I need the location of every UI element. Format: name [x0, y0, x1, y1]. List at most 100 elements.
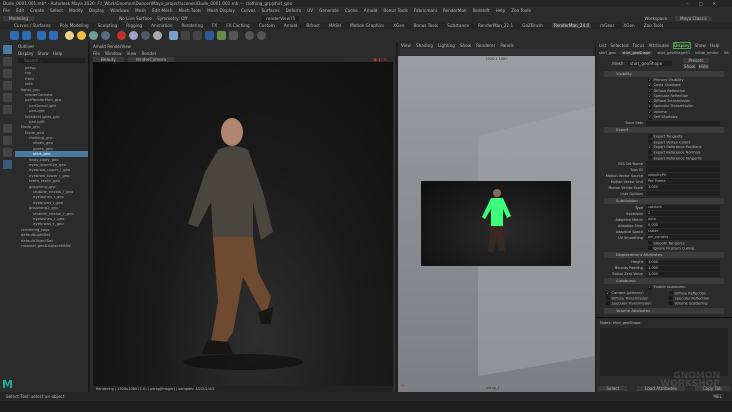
attr-menu-item[interactable]: Display	[673, 42, 691, 49]
attr-tab[interactable]: Ilm	[724, 51, 730, 55]
render-view-menu-item[interactable]: File	[93, 51, 100, 56]
checkbox-icon[interactable]	[648, 150, 652, 154]
menu-item[interactable]: Display	[89, 8, 104, 13]
code-icon[interactable]	[181, 31, 190, 40]
subdivision-field-value[interactable]: auto	[646, 217, 720, 223]
checkbox-icon[interactable]	[669, 290, 673, 295]
attr-menu-item[interactable]: Focus	[632, 43, 644, 48]
shelf-tab[interactable]: Bifrost	[306, 23, 320, 28]
presets-button[interactable]: Presets	[683, 57, 709, 63]
menu-item[interactable]: Redshift	[473, 8, 490, 13]
shelf-tab[interactable]: MASH	[329, 23, 341, 28]
shelf-tab[interactable]: Curves / Surfaces	[14, 23, 51, 28]
menu-item[interactable]: Zoo Tools	[511, 8, 531, 13]
menu-item[interactable]: Fabricmani	[414, 8, 437, 13]
attr-tab[interactable]: shirt_geoShapeSG	[657, 51, 690, 55]
menu-item[interactable]: Select	[50, 8, 63, 13]
menu-item[interactable]: Edit	[16, 8, 24, 13]
outliner-search[interactable]: Search...	[18, 58, 85, 63]
tx-icon[interactable]	[193, 31, 202, 40]
menu-item[interactable]: Cache	[345, 8, 358, 13]
attr-tab[interactable]: shirt_geo	[599, 51, 616, 55]
subdivision-field-value[interactable]: catclark	[646, 205, 720, 211]
export-field-value[interactable]	[646, 167, 720, 173]
attr-menu-item[interactable]: Show	[695, 43, 706, 48]
viewport-menu-item[interactable]: Renderer	[476, 43, 495, 48]
mel-label[interactable]: MEL	[713, 394, 722, 399]
section-export[interactable]: Export	[604, 127, 724, 134]
chart-icon[interactable]	[217, 31, 226, 40]
sun-icon[interactable]	[77, 31, 86, 40]
checkbox-icon[interactable]: ✓	[648, 145, 652, 150]
menu-item[interactable]: UV	[307, 8, 313, 13]
window-controls[interactable]: –▢✕	[686, 1, 726, 6]
light-icon[interactable]	[65, 31, 74, 40]
preview-icon[interactable]	[37, 31, 46, 40]
menu-item[interactable]: Modify	[69, 8, 83, 13]
shelf-tab[interactable]: Motion Graphics	[350, 23, 384, 28]
viewport-menu-item[interactable]: Lighting	[438, 43, 455, 48]
outliner-menu-item[interactable]: Display	[18, 51, 33, 56]
menu-item[interactable]: Surfaces	[262, 8, 280, 13]
subdivision-field-value[interactable]: pin_corners	[646, 235, 720, 241]
attr-menu-item[interactable]: Selected	[610, 43, 628, 48]
show-button[interactable]: Show	[682, 63, 697, 69]
volume-icon[interactable]	[141, 31, 150, 40]
export-field-value[interactable]	[646, 161, 720, 167]
checkbox-icon[interactable]	[669, 301, 673, 305]
mode-dropdown[interactable]: Modeling	[3, 15, 35, 21]
section-visibility[interactable]: Visibility	[604, 71, 724, 77]
live-surface[interactable]: No Live Surface	[119, 16, 152, 21]
checkbox-icon[interactable]	[606, 301, 610, 305]
viewport-3d[interactable]: 1920 x 1080 ⟂ persp_1	[398, 56, 595, 392]
help-icon[interactable]	[257, 31, 266, 40]
menu-item[interactable]: Edit Mesh	[152, 8, 172, 13]
viewport-menu-item[interactable]: Show	[460, 43, 471, 48]
checkbox-icon[interactable]	[648, 139, 652, 144]
paint-tool-icon[interactable]	[3, 69, 12, 78]
shelf-tab[interactable]: FX	[212, 23, 217, 28]
material-icon[interactable]	[117, 31, 126, 40]
graph-icon[interactable]	[229, 31, 238, 40]
shelf-tab[interactable]: GoZBrush	[522, 23, 543, 28]
stop-icon[interactable]	[49, 31, 58, 40]
shelf-tab[interactable]: FX Caching	[226, 23, 250, 28]
outliner-menu-item[interactable]: Help	[53, 51, 63, 56]
section-volume[interactable]: Volume Attributes	[604, 307, 724, 314]
subdivision-checkbox[interactable]: Ignore Frustum Culling	[596, 246, 732, 251]
menu-item[interactable]: Windows	[110, 8, 129, 13]
dome-light-icon[interactable]	[89, 31, 98, 40]
workspace-dropdown[interactable]: Maya Classic	[674, 15, 712, 21]
render-view-menu-item[interactable]: Render	[141, 51, 156, 56]
checkbox-icon[interactable]: ✓	[648, 110, 652, 115]
viewport-toolbar[interactable]	[400, 49, 593, 55]
layout-four-icon[interactable]	[3, 136, 12, 145]
checkbox-icon[interactable]: ✓	[648, 105, 652, 109]
shelf-tab[interactable]: mGear	[600, 23, 614, 28]
shelf-tab[interactable]: Bonus Tools	[414, 23, 439, 28]
attr-tab[interactable]: initial_render	[695, 51, 719, 55]
shelf-tab[interactable]: RenderMan_22.1	[478, 23, 513, 28]
displacement-field-value[interactable]: 1.000	[646, 265, 720, 271]
layout-single-icon[interactable]	[3, 124, 12, 133]
symmetry[interactable]: Symmetry: Off	[157, 16, 187, 21]
menu-item[interactable]: Mesh Display	[207, 8, 235, 13]
checkbox-icon[interactable]: ✓	[648, 94, 652, 99]
attr-menu-item[interactable]: List	[599, 43, 606, 48]
shelf-tab[interactable]: Sculpting	[98, 23, 118, 28]
viewport-menu-item[interactable]: Panels	[500, 43, 513, 48]
shelf-tab[interactable]: Substance	[447, 23, 469, 28]
settings-icon[interactable]	[245, 31, 254, 40]
export-field-value[interactable]: velocityPV	[646, 173, 720, 179]
checkbox-icon[interactable]	[648, 240, 652, 245]
menu-item[interactable]: Curves	[241, 8, 256, 13]
autobump-checkbox[interactable]: Specular Transmission	[606, 301, 669, 306]
outliner-item[interactable]: rmanvtl_geoDisplaceNMW	[15, 243, 88, 248]
layout-outliner-icon[interactable]	[3, 160, 12, 169]
shelf-tab[interactable]: Zoo Tools	[644, 23, 664, 28]
hide-button[interactable]: Hide	[697, 63, 710, 69]
attr-menu-item[interactable]: Attributes	[648, 43, 669, 48]
checkbox-icon[interactable]: ✓	[606, 291, 610, 296]
shelf-tab[interactable]: XGen	[623, 23, 634, 28]
render-view-menu-item[interactable]: Window	[105, 51, 122, 56]
